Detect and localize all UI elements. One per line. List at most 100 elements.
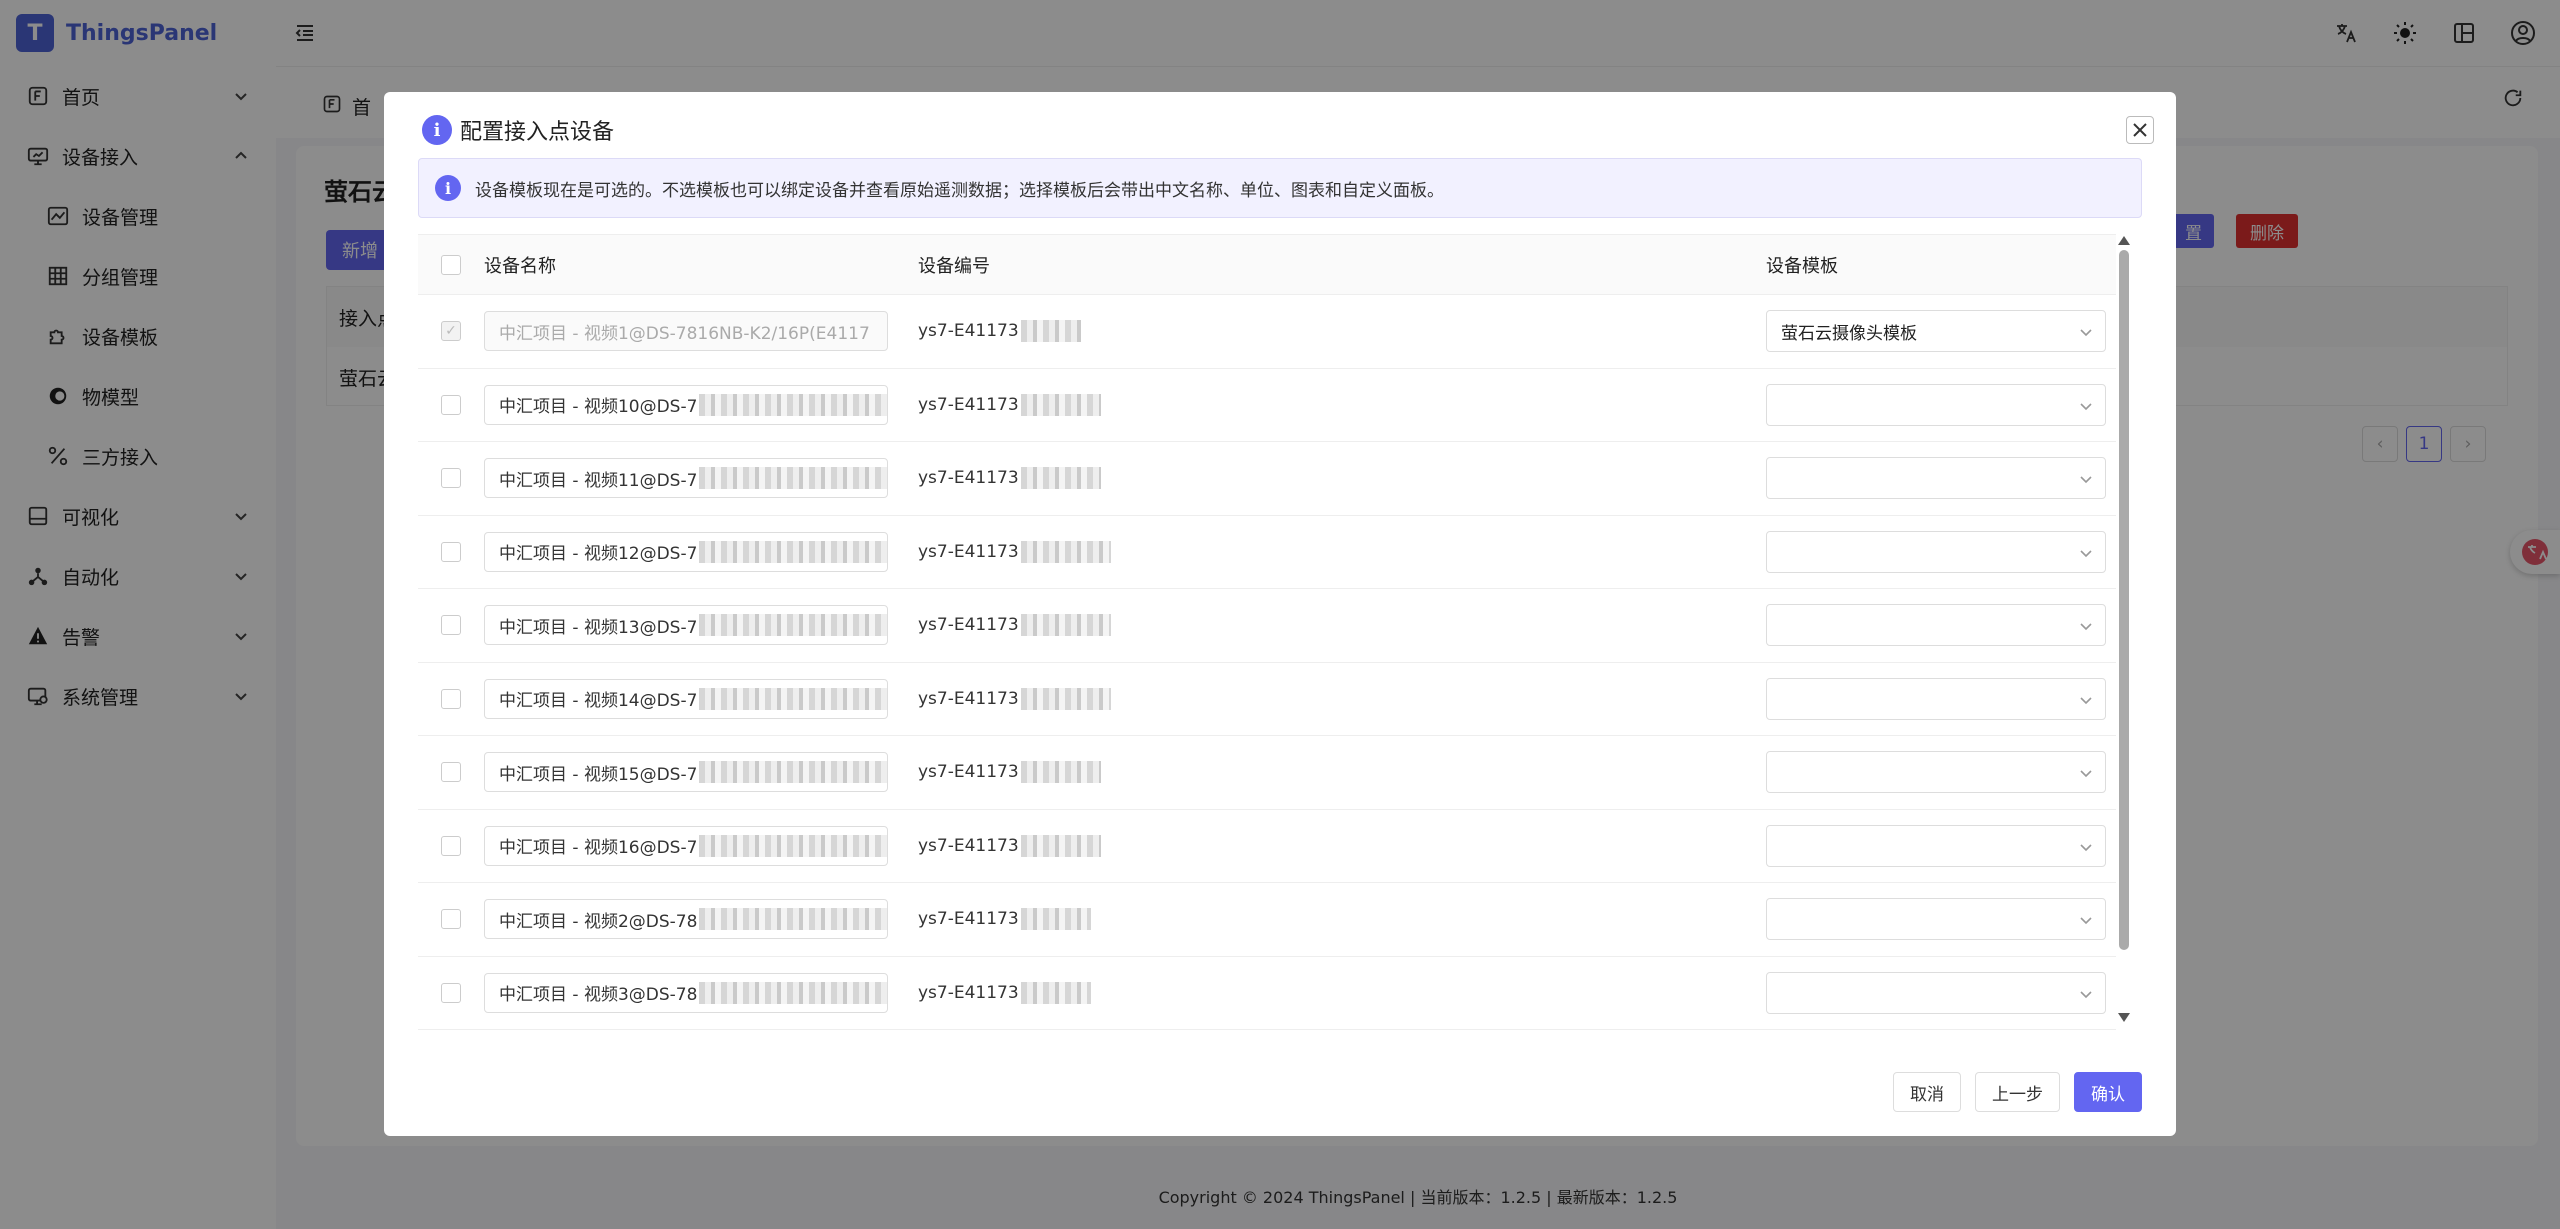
device-table: 设备名称 设备编号 设备模板 ✓ 中汇项目 - 视频1@DS-7816NB-K2/… [418, 234, 2116, 1030]
device-code: ys7-E41173 [918, 540, 1766, 563]
row-checkbox[interactable] [441, 982, 461, 1003]
scroll-down-arrow-icon[interactable] [2118, 1013, 2130, 1022]
row-checkbox[interactable] [441, 468, 461, 489]
device-code: ys7-E41173 [918, 908, 1766, 931]
template-value: 萤石云摄像头模板 [1781, 323, 1917, 344]
table-row: 中汇项目 - 视频10@DS-7 ys7-E41173 [418, 369, 2116, 442]
device-code: ys7-E41173 [918, 834, 1766, 857]
redacted-text [699, 467, 887, 490]
redacted-text [1020, 687, 1111, 710]
column-device-code: 设备编号 [918, 255, 990, 277]
row-checkbox[interactable] [441, 909, 461, 930]
device-name-input[interactable]: 中汇项目 - 视频2@DS-78 [484, 899, 888, 940]
chevron-down-icon [2079, 986, 2093, 1000]
table-row: 中汇项目 - 视频14@DS-7 ys7-E41173 [418, 663, 2116, 736]
device-code: ys7-E41173 [918, 467, 1766, 490]
info-icon: i [435, 175, 461, 201]
device-name-text: 中汇项目 - 视频1@DS-7816NB-K2/16P(E4117 [499, 323, 870, 344]
device-name-text: 中汇项目 - 视频15@DS-7 [499, 764, 698, 785]
table-header: 设备名称 设备编号 设备模板 [418, 235, 2116, 295]
device-code: ys7-E41173 [918, 393, 1766, 416]
device-template-select[interactable] [1766, 604, 2106, 647]
device-name-text: 中汇项目 - 视频16@DS-7 [499, 838, 698, 859]
device-code-text: ys7-E41173 [918, 909, 1019, 930]
device-code-text: ys7-E41173 [918, 688, 1019, 709]
device-name-text: 中汇项目 - 视频3@DS-78 [499, 985, 698, 1006]
device-template-select[interactable] [1766, 530, 2106, 573]
row-checkbox[interactable] [441, 394, 461, 415]
device-name-input[interactable]: 中汇项目 - 视频1@DS-7816NB-K2/16P(E4117 [484, 311, 888, 352]
redacted-text [699, 981, 887, 1004]
redacted-text [1020, 908, 1091, 931]
device-name-input[interactable]: 中汇项目 - 视频10@DS-7 [484, 384, 888, 425]
device-code: ys7-E41173 [918, 981, 1766, 1004]
scroll-up-arrow-icon[interactable] [2118, 236, 2130, 245]
device-name-input[interactable]: 中汇项目 - 视频15@DS-7 [484, 752, 888, 793]
device-name-input[interactable]: 中汇项目 - 视频11@DS-7 [484, 458, 888, 499]
device-code-text: ys7-E41173 [918, 835, 1019, 856]
device-template-select[interactable] [1766, 383, 2106, 426]
modal-header: i 配置接入点设备 [422, 114, 614, 146]
redacted-text [1020, 393, 1101, 416]
info-icon: i [422, 115, 452, 145]
redacted-text [699, 540, 887, 563]
device-code: ys7-E41173 [918, 320, 1766, 343]
redacted-text [699, 687, 887, 710]
cancel-button[interactable]: 取消 [1893, 1072, 1961, 1112]
device-name-input[interactable]: 中汇项目 - 视频16@DS-7 [484, 825, 888, 866]
chevron-down-icon [2079, 618, 2093, 632]
device-code-text: ys7-E41173 [918, 762, 1019, 783]
device-template-select[interactable] [1766, 751, 2106, 794]
device-template-select[interactable] [1766, 824, 2106, 867]
device-code-text: ys7-E41173 [918, 615, 1019, 636]
select-all-checkbox[interactable] [441, 254, 461, 275]
device-name-input[interactable]: 中汇项目 - 视频3@DS-78 [484, 972, 888, 1013]
device-template-select[interactable]: 萤石云摄像头模板 [1766, 310, 2106, 353]
row-checkbox[interactable] [441, 762, 461, 783]
column-device-template: 设备模板 [1766, 255, 1838, 277]
device-name-input[interactable]: 中汇项目 - 视频14@DS-7 [484, 678, 888, 719]
table-row: 中汇项目 - 视频13@DS-7 ys7-E41173 [418, 589, 2116, 663]
row-checkbox[interactable] [441, 615, 461, 636]
row-checkbox[interactable] [441, 688, 461, 709]
device-name-text: 中汇项目 - 视频14@DS-7 [499, 691, 698, 712]
device-code: ys7-E41173 [918, 687, 1766, 710]
row-checkbox[interactable] [441, 835, 461, 856]
device-name-text: 中汇项目 - 视频13@DS-7 [499, 617, 698, 638]
configure-devices-modal: i 配置接入点设备 i 设备模板现在是可选的。不选模板也可以绑定设备并查看原始遥… [384, 92, 2176, 1136]
device-code-text: ys7-E41173 [918, 468, 1019, 489]
scrollbar-thumb[interactable] [2119, 250, 2129, 950]
close-icon[interactable] [2126, 116, 2154, 144]
table-row: 中汇项目 - 视频2@DS-78 ys7-E41173 [418, 883, 2116, 957]
row-checkbox[interactable] [441, 541, 461, 562]
device-name-text: 中汇项目 - 视频11@DS-7 [499, 470, 698, 491]
chevron-down-icon [2079, 912, 2093, 926]
alert-text: 设备模板现在是可选的。不选模板也可以绑定设备并查看原始遥测数据；选择模板后会带出… [475, 180, 1444, 201]
redacted-text [699, 908, 887, 931]
confirm-button[interactable]: 确认 [2074, 1072, 2142, 1112]
device-name-text: 中汇项目 - 视频2@DS-78 [499, 911, 698, 932]
info-alert: i 设备模板现在是可选的。不选模板也可以绑定设备并查看原始遥测数据；选择模板后会… [418, 158, 2142, 218]
table-row: 中汇项目 - 视频15@DS-7 ys7-E41173 [418, 736, 2116, 810]
table-row: 中汇项目 - 视频16@DS-7 ys7-E41173 [418, 810, 2116, 883]
device-template-select[interactable] [1766, 898, 2106, 941]
redacted-text [1020, 761, 1101, 784]
device-template-select[interactable] [1766, 457, 2106, 500]
device-template-select[interactable] [1766, 677, 2106, 720]
chevron-down-icon [2079, 545, 2093, 559]
redacted-text [1020, 320, 1081, 343]
row-checkbox[interactable]: ✓ [441, 321, 461, 342]
device-code-text: ys7-E41173 [918, 394, 1019, 415]
device-code-text: ys7-E41173 [918, 541, 1019, 562]
device-name-text: 中汇项目 - 视频12@DS-7 [499, 544, 698, 565]
device-template-select[interactable] [1766, 971, 2106, 1014]
table-scrollbar[interactable] [2118, 236, 2130, 1022]
previous-step-button[interactable]: 上一步 [1975, 1072, 2060, 1112]
device-code: ys7-E41173 [918, 761, 1766, 784]
redacted-text [1020, 467, 1101, 490]
device-name-input[interactable]: 中汇项目 - 视频13@DS-7 [484, 605, 888, 646]
table-row: 中汇项目 - 视频3@DS-78 ys7-E41173 [418, 957, 2116, 1030]
device-code-text: ys7-E41173 [918, 321, 1019, 342]
chevron-down-icon [2079, 692, 2093, 706]
device-name-input[interactable]: 中汇项目 - 视频12@DS-7 [484, 531, 888, 572]
